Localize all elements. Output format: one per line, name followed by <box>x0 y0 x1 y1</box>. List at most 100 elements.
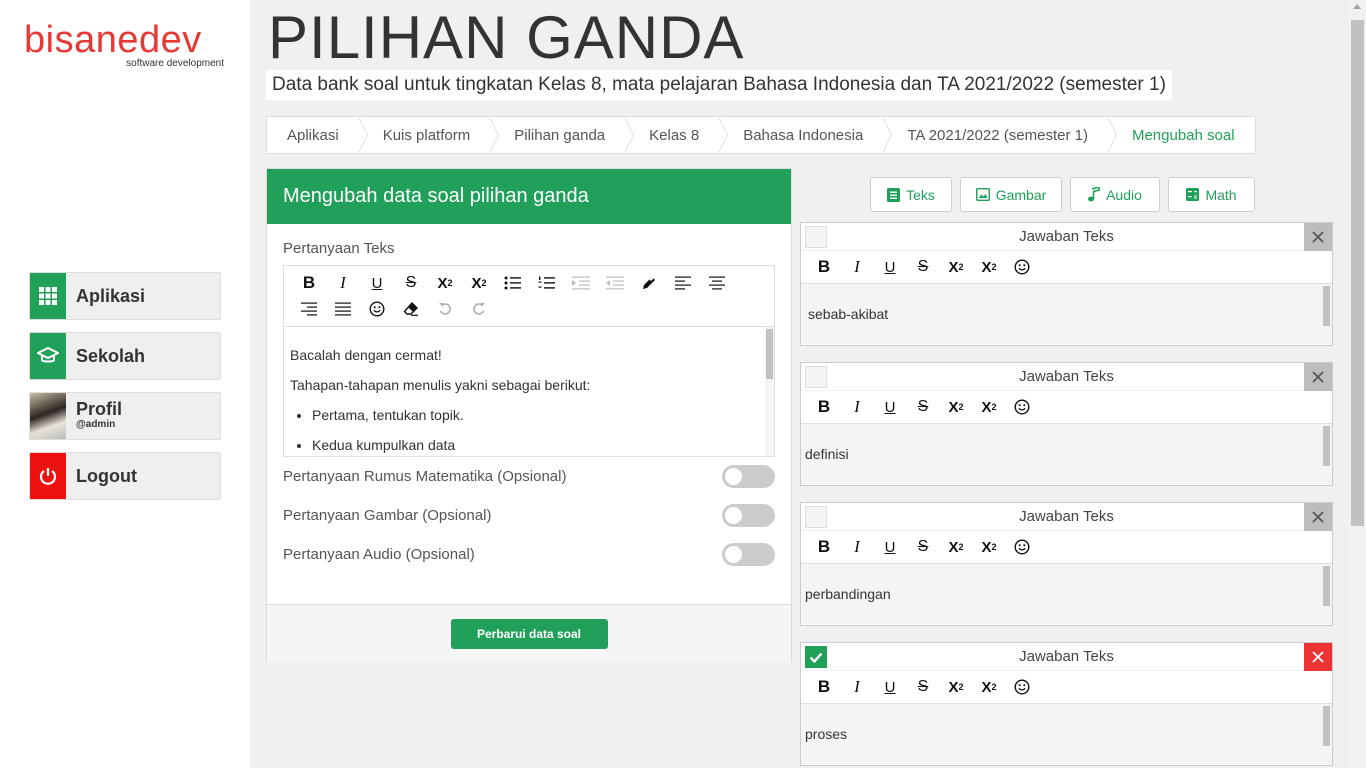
sidebar-item-profil[interactable]: Profil @admin <box>29 392 221 440</box>
toggle-audio-label: Pertanyaan Audio (Opsional) <box>283 546 475 563</box>
scrollbar-thumb[interactable] <box>1351 20 1364 526</box>
panel-title: Mengubah data soal pilihan ganda <box>267 169 791 224</box>
answer-text: definisi <box>805 446 849 462</box>
italic-button[interactable]: I <box>842 536 872 558</box>
subscript-button[interactable]: X2 <box>974 256 1004 278</box>
bold-button[interactable]: B <box>809 256 839 278</box>
pen-icon[interactable] <box>634 272 664 294</box>
question-list-item: Pertama, tentukan topik. <box>312 407 760 423</box>
correct-answer-checkbox[interactable] <box>805 506 827 528</box>
underline-button[interactable]: U <box>875 676 905 698</box>
toggle-audio-switch[interactable] <box>722 543 775 566</box>
toggle-math-switch[interactable] <box>722 465 775 488</box>
underline-button[interactable]: U <box>875 396 905 418</box>
breadcrumb-item[interactable]: Kuis platform <box>359 117 499 153</box>
answer-scrollbar[interactable] <box>1323 706 1330 746</box>
brand-logo[interactable]: bisanedev software development <box>24 20 226 69</box>
apps-grid-icon <box>30 273 66 319</box>
add-image-answer-button[interactable]: Gambar <box>960 177 1062 212</box>
sidebar-item-sekolah[interactable]: Sekolah <box>29 332 221 380</box>
subscript-button[interactable]: X2 <box>464 272 494 294</box>
superscript-button[interactable]: X2 <box>941 536 971 558</box>
italic-button[interactable]: I <box>842 396 872 418</box>
strikethrough-button[interactable]: S <box>396 272 426 294</box>
answer-toolbar: B I U S X2 X2 <box>801 671 1332 703</box>
bold-button[interactable]: B <box>294 272 324 294</box>
strikethrough-button[interactable]: S <box>908 676 938 698</box>
strikethrough-button[interactable]: S <box>908 536 938 558</box>
underline-button[interactable]: U <box>362 272 392 294</box>
add-audio-answer-button[interactable]: Audio <box>1070 177 1160 212</box>
superscript-button[interactable]: X2 <box>941 676 971 698</box>
undo-icon[interactable] <box>430 298 460 320</box>
sidebar-item-aplikasi[interactable]: Aplikasi <box>29 272 221 320</box>
superscript-button[interactable]: X2 <box>941 256 971 278</box>
numbered-list-icon[interactable] <box>532 272 562 294</box>
answer-scrollbar[interactable] <box>1323 426 1330 466</box>
emoji-icon[interactable] <box>1007 676 1037 698</box>
check-icon <box>809 652 823 663</box>
breadcrumb-item[interactable]: TA 2021/2022 (semester 1) <box>883 117 1117 153</box>
bold-button[interactable]: B <box>809 676 839 698</box>
strikethrough-button[interactable]: S <box>908 256 938 278</box>
answer-scrollbar[interactable] <box>1323 566 1330 606</box>
italic-button[interactable]: I <box>328 272 358 294</box>
editor-scrollbar[interactable] <box>765 327 774 456</box>
correct-answer-checkbox[interactable] <box>805 646 827 668</box>
answer-text-area[interactable]: perbandingan <box>801 563 1332 624</box>
answer-card: Jawaban Teks B I U S X2 X2 proses <box>800 642 1333 766</box>
close-icon[interactable] <box>1304 223 1332 251</box>
bullet-list-icon[interactable] <box>498 272 528 294</box>
emoji-icon[interactable] <box>1007 396 1037 418</box>
add-math-answer-button[interactable]: Math <box>1168 177 1255 212</box>
align-right-icon[interactable] <box>294 298 324 320</box>
bold-button[interactable]: B <box>809 536 839 558</box>
eraser-icon[interactable] <box>396 298 426 320</box>
close-icon[interactable] <box>1304 363 1332 391</box>
close-icon[interactable] <box>1304 503 1332 531</box>
answer-scrollbar[interactable] <box>1323 286 1330 326</box>
update-question-button[interactable]: Perbarui data soal <box>450 618 608 649</box>
subscript-button[interactable]: X2 <box>974 536 1004 558</box>
answer-toolbar: B I U S X2 X2 <box>801 391 1332 423</box>
strikethrough-button[interactable]: S <box>908 396 938 418</box>
emoji-icon[interactable] <box>1007 256 1037 278</box>
superscript-button[interactable]: X2 <box>941 396 971 418</box>
answer-type-buttons: Teks Gambar Audio Math <box>870 177 1263 212</box>
align-center-icon[interactable] <box>702 272 732 294</box>
align-justify-icon[interactable] <box>328 298 358 320</box>
superscript-button[interactable]: X2 <box>430 272 460 294</box>
subscript-button[interactable]: X2 <box>974 676 1004 698</box>
emoji-icon[interactable] <box>1007 536 1037 558</box>
breadcrumb-item[interactable]: Kelas 8 <box>625 117 729 153</box>
scroll-up-arrow-icon[interactable] <box>1353 4 1361 9</box>
outdent-icon[interactable] <box>600 272 630 294</box>
sidebar-item-logout[interactable]: Logout <box>29 452 221 500</box>
breadcrumb-item[interactable]: Bahasa Indonesia <box>719 117 893 153</box>
subscript-button[interactable]: X2 <box>974 396 1004 418</box>
align-left-icon[interactable] <box>668 272 698 294</box>
breadcrumb-item[interactable]: Pilihan ganda <box>490 117 635 153</box>
editor-toolbar: B I U S X2 X2 <box>284 266 774 326</box>
indent-icon[interactable] <box>566 272 596 294</box>
underline-button[interactable]: U <box>875 536 905 558</box>
toggle-image-switch[interactable] <box>722 504 775 527</box>
correct-answer-checkbox[interactable] <box>805 226 827 248</box>
page-scrollbar[interactable] <box>1349 0 1366 768</box>
close-icon[interactable] <box>1304 643 1332 671</box>
bold-button[interactable]: B <box>809 396 839 418</box>
underline-button[interactable]: U <box>875 256 905 278</box>
italic-button[interactable]: I <box>842 256 872 278</box>
emoji-icon[interactable] <box>362 298 392 320</box>
add-text-answer-button[interactable]: Teks <box>870 177 952 212</box>
answer-text-area[interactable]: proses <box>801 703 1332 764</box>
correct-answer-checkbox[interactable] <box>805 366 827 388</box>
power-icon <box>30 453 66 499</box>
breadcrumb-item[interactable]: Aplikasi <box>267 117 368 153</box>
answer-text-area[interactable]: sebab-akibat <box>801 283 1332 344</box>
question-text-area[interactable]: Bacalah dengan cermat! Tahapan-tahapan m… <box>284 326 774 456</box>
italic-button[interactable]: I <box>842 676 872 698</box>
answer-text-area[interactable]: definisi <box>801 423 1332 484</box>
answer-title: Jawaban Teks <box>1019 228 1114 245</box>
redo-icon[interactable] <box>464 298 494 320</box>
